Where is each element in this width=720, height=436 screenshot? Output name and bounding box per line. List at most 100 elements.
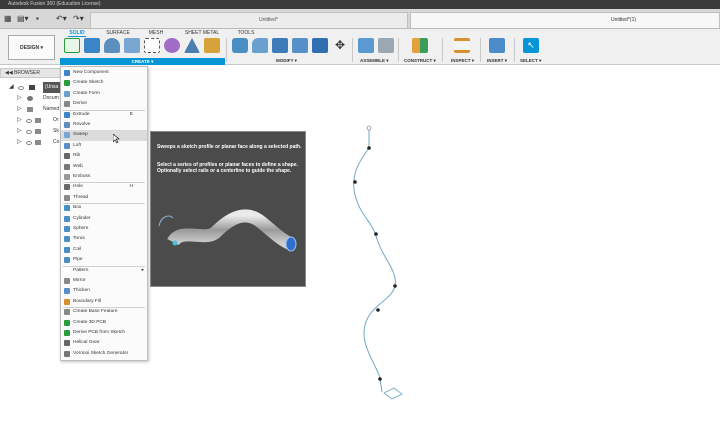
menu-item-label: Box [73,205,82,211]
profile-face [285,236,297,252]
menu-item-revolve[interactable]: Revolve [61,120,147,130]
menu-item-label: Derive [73,101,87,107]
helical-gear-icon [64,340,70,347]
sphere-icon [64,226,70,232]
menu-item-torus[interactable]: Torus [61,234,147,244]
menu-item-label: Pipe [73,257,83,263]
menu-item-label: Sphere [73,226,89,231]
voronoi-sketch-generator-icon [64,350,70,357]
menu-item-label: Sweep [73,132,88,138]
revolve-icon [64,122,70,128]
spline-point[interactable] [376,308,380,312]
menu-item-label: Emboss [73,174,91,179]
hole-icon [64,184,70,191]
menu-item-label: Cylinder [73,215,91,221]
spline-point[interactable] [393,284,397,288]
pipe-icon [64,257,70,264]
profile-sketch[interactable] [383,387,403,400]
menu-item-label: Thicken [73,288,90,294]
menu-item-new-component[interactable]: New Component [61,68,147,78]
menu-item-hole[interactable]: Hole H [61,182,147,192]
menu-item-voronoi-sketch-generator[interactable]: Voronoi Sketch Generator [61,349,147,359]
menu-item-thread[interactable]: Thread [61,193,147,203]
extrude-icon [64,111,70,118]
menu-item-label: Hole [73,184,83,190]
menu-item-label: New Component [73,70,109,75]
create-base-feature-icon [64,309,70,316]
thicken-icon [64,288,70,295]
menu-item-label: Create Form [73,90,100,96]
menu-item-label: Torus [73,236,85,242]
start-point [172,240,178,246]
sweep-path-curve[interactable] [353,125,403,400]
create-3d-pcb-icon [64,319,70,326]
spline-point[interactable] [374,232,378,236]
mouse-cursor-icon [113,134,120,144]
menu-item-label: Thread [73,194,89,200]
menu-item-label: Create 3D PCB [73,319,107,325]
menu-item-cylinder[interactable]: Cylinder [61,214,147,224]
menu-item-pipe[interactable]: Pipe [61,255,147,265]
emboss-icon [64,174,70,180]
create-form-icon [64,90,70,97]
new-component-icon [64,70,70,76]
menu-item-label: Mirror [73,278,86,283]
menu-item-shortcut: E [129,111,133,117]
spline-point[interactable] [353,180,357,184]
menu-item-sphere[interactable]: Sphere [61,224,147,234]
loft-icon [64,142,70,149]
menu-item-web[interactable]: Web [61,162,147,172]
menu-item-emboss[interactable]: Emboss [61,172,147,182]
menu-item-label: Extrude [73,111,90,117]
menu-item-label: Derive PCB from Sketch [73,330,125,335]
menu-item-create-3d-pcb[interactable]: Create 3D PCB [61,318,147,328]
sweep-illustration [158,209,297,252]
menu-item-derive-pcb-from-sketch[interactable]: Derive PCB from Sketch [61,328,147,338]
menu-item-loft[interactable]: Loft [61,141,147,151]
torus-icon [64,236,70,243]
menu-item-helical-gear[interactable]: Helical Gear [61,338,147,348]
menu-item-label: Helical Gear [73,340,100,346]
menu-item-label: Create Sketch [73,80,104,86]
create-sketch-icon [64,80,70,87]
thread-icon [64,194,70,201]
menu-item-thicken[interactable]: Thicken [61,286,147,296]
menu-item-sweep[interactable]: Sweep [61,130,147,141]
menu-item-create-form[interactable]: Create Form [61,89,147,99]
menu-item-label: Coil [73,246,82,252]
endpoint-handle[interactable] [366,125,372,131]
menu-item-create-sketch[interactable]: Create Sketch [61,78,147,88]
menu-item-boundary-fill[interactable]: Boundary Fill [61,297,147,307]
menu-item-pattern[interactable]: Pattern ▸ [61,266,147,276]
menu-item-mirror[interactable]: Mirror [61,276,147,286]
menu-item-create-base-feature[interactable]: Create Base Feature [61,307,147,317]
menu-item-label: Web [73,163,83,169]
spline-point[interactable] [367,146,371,150]
menu-item-label: Create Base Feature [73,309,118,315]
sweep-tooltip: Sweeps a sketch profile or planar face a… [150,131,306,287]
menu-item-derive[interactable]: Derive [61,99,147,109]
menu-item-label: Voronoi Sketch Generator [73,350,129,356]
spline-point[interactable] [378,377,382,381]
menu-item-rib[interactable]: Rib [61,151,147,161]
rib-icon [64,153,70,160]
derive-pcb-from-sketch-icon [64,330,70,336]
menu-item-label: Loft [73,142,82,148]
create-menu: New Component Create Sketch Create Form Der… [60,66,148,361]
menu-item-label: Boundary Fill [73,298,101,304]
menu-item-label: Revolve [73,122,91,127]
boundary-fill-icon [64,298,70,305]
menu-item-label: Rib [73,153,81,159]
box-icon [64,205,70,212]
pattern-icon [64,267,70,274]
derive-icon [64,101,70,108]
menu-item-coil[interactable]: Coil [61,245,147,255]
web-icon [64,163,70,170]
mirror-icon [64,278,70,284]
menu-item-extrude[interactable]: Extrude E [61,110,147,120]
menu-item-box[interactable]: Box [61,203,147,213]
menu-item-shortcut: H [129,184,133,190]
cylinder-icon [64,215,70,222]
coil-icon [64,246,70,253]
menu-item-label: Pattern [73,267,89,273]
